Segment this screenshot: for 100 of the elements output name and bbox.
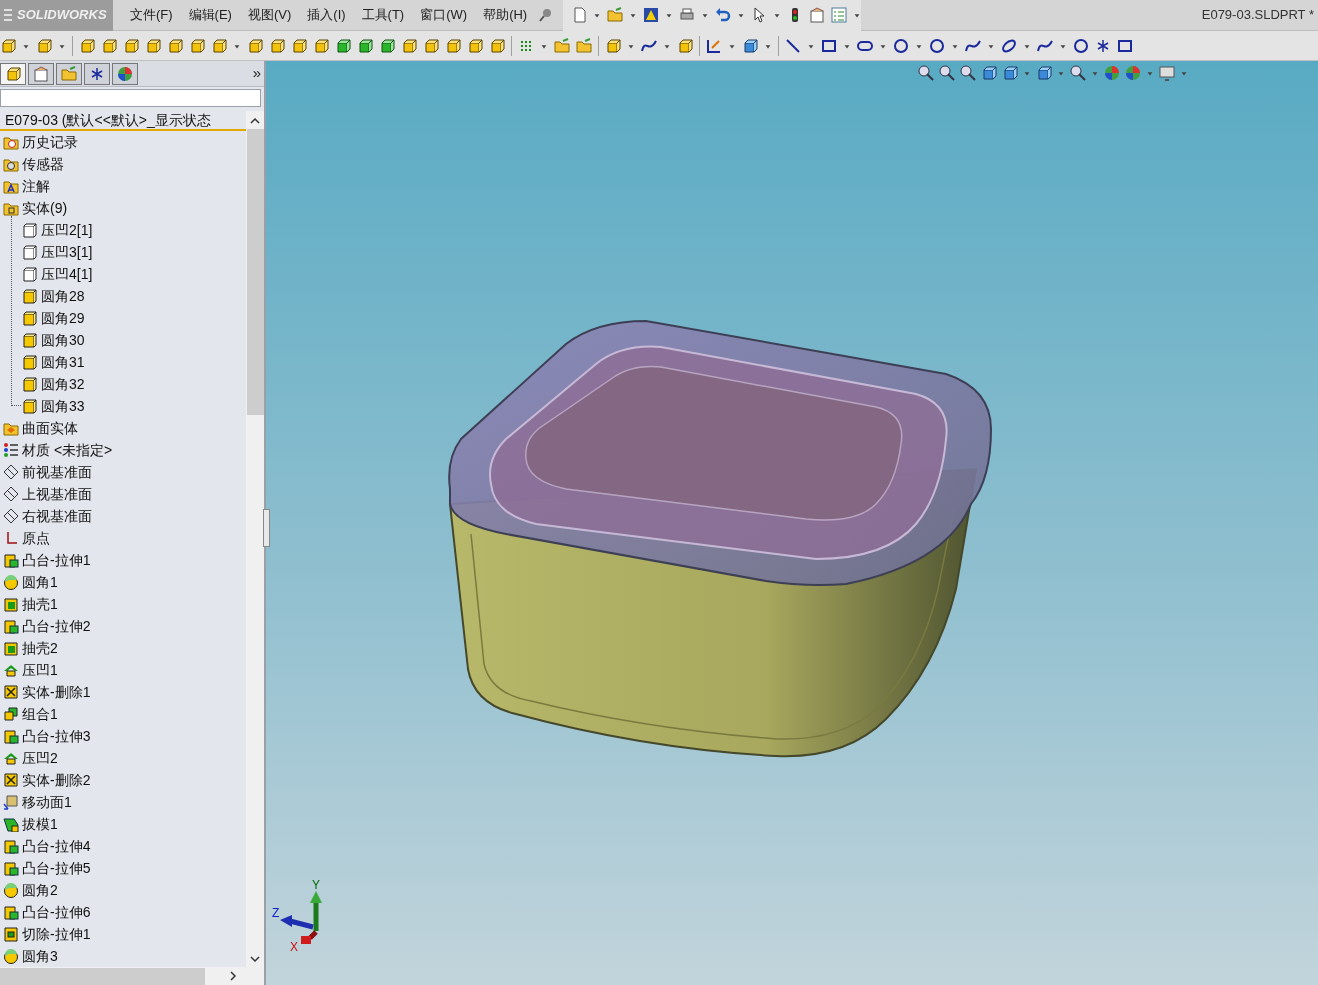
cube-icon[interactable] [335,37,351,54]
tree-item[interactable]: 圆角31 [41,351,85,373]
circle-icon[interactable] [1073,37,1089,54]
menu-item[interactable]: 文件(F) [130,5,173,25]
sphere-icon[interactable] [117,65,133,82]
tree-item[interactable]: 凸台-拉伸5 [22,857,91,879]
tree-item[interactable]: 实体-删除1 [22,681,91,703]
zoom-icon[interactable] [918,65,934,81]
cube-icon[interactable] [423,37,439,54]
tree-item[interactable]: 凸台-拉伸1 [22,549,91,571]
menu-item[interactable]: 帮助(H) [483,5,528,25]
tree-item[interactable]: 传感器 [22,153,64,175]
folder-icon[interactable] [607,7,624,23]
undo-icon[interactable] [715,7,732,23]
tree-item[interactable]: 圆角32 [41,373,85,395]
box-icon[interactable] [1036,65,1052,81]
folder-icon[interactable] [576,37,592,54]
cube-icon[interactable] [677,37,693,54]
pin-icon[interactable] [539,7,554,23]
tree-item[interactable]: 右视基准面 [22,505,92,527]
cube-icon[interactable] [167,37,183,54]
tree-item[interactable]: 凸台-拉伸6 [22,901,91,923]
cube-icon[interactable] [445,37,461,54]
tree-item[interactable]: 凸台-拉伸3 [22,725,91,747]
tree-item[interactable]: 注解 [22,175,50,197]
cube-icon[interactable] [291,37,307,54]
tree-root[interactable]: E079-03 (默认<<默认>_显示状态 [0,111,246,131]
tree-item[interactable]: 凸台-拉伸4 [22,835,91,857]
tree-item[interactable]: 圆角1 [22,571,58,593]
tree-item[interactable]: 压凹2 [22,747,58,769]
cube-icon[interactable] [489,37,505,54]
tree-item[interactable]: 压凹1 [22,659,58,681]
more-button[interactable]: » [252,62,261,85]
cube-icon[interactable] [357,37,373,54]
tree-item[interactable]: 抽壳1 [22,593,58,615]
circle-icon[interactable] [893,37,909,54]
asterisk-icon[interactable] [89,65,105,82]
tree-item[interactable]: 曲面实体 [22,417,78,439]
menu-item[interactable]: 视图(V) [247,5,292,25]
checklist-icon[interactable] [831,7,848,23]
tree-item[interactable]: 前视基准面 [22,461,92,483]
panel-collapse-handle[interactable] [263,509,270,547]
rectangle-icon[interactable] [1117,37,1133,54]
asterisk-icon[interactable] [1095,37,1111,54]
scroll-thumb[interactable] [246,129,264,415]
cube-icon[interactable] [313,37,329,54]
warning-icon[interactable] [643,7,660,23]
tree-item[interactable]: 拔模1 [22,813,58,835]
vertical-scrollbar[interactable] [246,111,264,967]
cube-icon[interactable] [79,37,95,54]
tree-item[interactable]: 材质 <未指定> [22,439,113,461]
sphere-icon[interactable] [1125,65,1141,81]
tree-item[interactable]: 组合1 [22,703,58,725]
circle-icon[interactable] [929,37,945,54]
horizontal-scroll-thumb[interactable] [0,967,205,985]
box-icon[interactable] [1002,65,1018,81]
cube-icon[interactable] [269,37,285,54]
zoom-icon[interactable] [939,65,955,81]
cube-icon[interactable] [605,37,621,54]
menu-item[interactable]: 工具(T) [361,5,405,25]
tree-item[interactable]: 圆角28 [41,285,85,307]
cube-icon[interactable] [379,37,395,54]
tree-item[interactable]: 实体-删除2 [22,769,91,791]
tree-item[interactable]: 上视基准面 [22,483,92,505]
page-icon[interactable] [571,7,588,23]
folder-icon[interactable] [554,37,570,54]
tree-item[interactable]: 圆角30 [41,329,85,351]
zoom-icon[interactable] [960,65,976,81]
scroll-down-icon[interactable] [249,953,261,965]
menu-item[interactable]: 编辑(E) [188,5,232,25]
zoom-icon[interactable] [1070,65,1086,81]
tree-item[interactable]: 压凹3[1] [41,241,93,263]
cube-icon[interactable] [123,37,139,54]
clipboard-icon[interactable] [33,65,49,82]
cube-icon[interactable] [401,37,417,54]
tree-item[interactable]: 圆角3 [22,945,58,967]
box-icon[interactable] [981,65,997,81]
tree-item[interactable]: 压凹2[1] [41,219,93,241]
printer-icon[interactable] [679,7,696,23]
tree-item[interactable]: 原点 [22,527,50,549]
cube-icon[interactable] [211,37,227,54]
rectangle-icon[interactable] [821,37,837,54]
sketch-icon[interactable] [706,37,722,54]
clipboard-icon[interactable] [809,7,826,23]
box-icon[interactable] [742,37,758,54]
cube-icon[interactable] [145,37,161,54]
cube-icon[interactable] [0,37,16,54]
ellipse-icon[interactable] [1001,37,1017,54]
tree-item[interactable]: 凸台-拉伸2 [22,615,91,637]
tree-item[interactable]: 实体(9) [22,197,68,219]
cube-icon[interactable] [5,65,21,82]
tree-item[interactable]: 移动面1 [22,791,72,813]
tree-item[interactable]: 压凹4[1] [41,263,93,285]
scroll-right-icon[interactable] [227,970,239,982]
monitor-icon[interactable] [1159,65,1175,81]
tree-item[interactable]: 抽壳2 [22,637,58,659]
cube-icon[interactable] [36,37,52,54]
cube-icon[interactable] [247,37,263,54]
cube-icon[interactable] [189,37,205,54]
menu-item[interactable]: 窗口(W) [420,5,468,25]
